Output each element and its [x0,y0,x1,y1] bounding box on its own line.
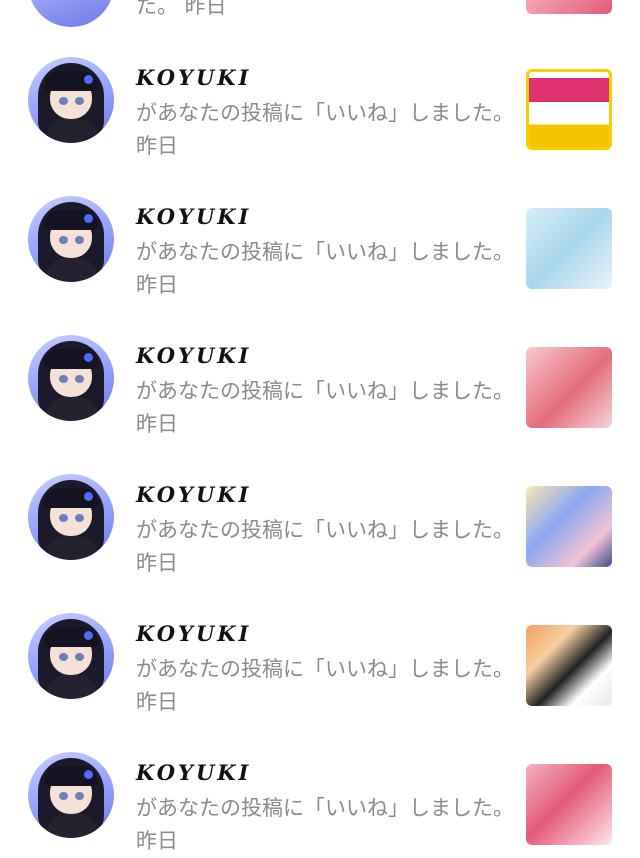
username[interactable]: KOYUKI [136,760,251,785]
username[interactable]: KOYUKI [136,65,251,90]
post-thumbnail[interactable] [526,625,612,706]
username[interactable]: KOYUKI [136,343,251,368]
notification-item[interactable]: KOYUKI があなたの投稿に「いいね」しました。 昨日 [0,139,640,297]
notification-item[interactable]: KOYUKI があなたの投稿に「いいね」しました。 昨日 [0,695,640,853]
post-thumbnail[interactable] [526,764,612,845]
avatar[interactable] [28,196,114,282]
notification-item[interactable]: KOYUKI があなたの投稿に「いいね」しました。 昨日 [0,556,640,714]
avatar[interactable] [28,57,114,143]
notification-item[interactable]: KOYUKI があなたの投稿に「いいね」しました。 昨日 [0,417,640,575]
notification-item[interactable]: KOYUKI があなたの投稿に「いいね」しました。 昨日 [0,278,640,436]
post-thumbnail[interactable] [526,69,612,150]
post-thumbnail[interactable] [526,347,612,428]
username[interactable]: KOYUKI [136,482,251,507]
avatar[interactable] [28,474,114,560]
notification-item[interactable]: KOYUKI があなたの投稿に「いいね」しました。 昨日 [0,0,640,158]
avatar[interactable] [28,335,114,421]
username[interactable]: KOYUKI [136,204,251,229]
username[interactable]: KOYUKI [136,621,251,646]
avatar[interactable] [28,613,114,699]
avatar[interactable] [28,752,114,838]
post-thumbnail[interactable] [526,486,612,567]
post-thumbnail[interactable] [526,208,612,289]
notification-message: があなたの投稿に「いいね」しました。 昨日 [136,796,514,853]
